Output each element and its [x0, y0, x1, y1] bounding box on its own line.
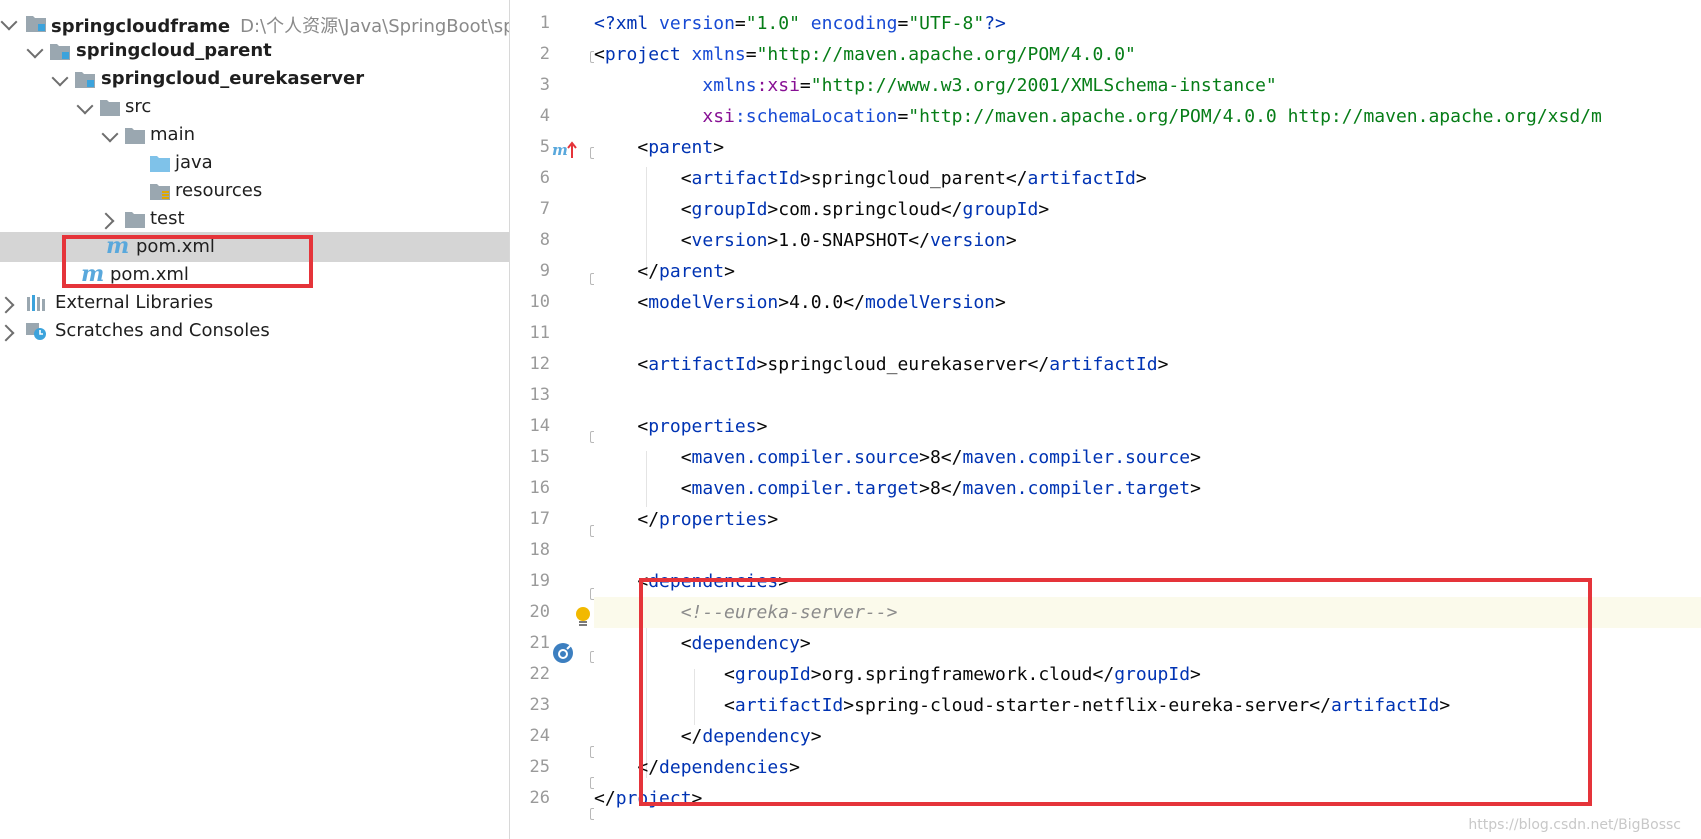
line-number: 3 [539, 75, 550, 95]
line-number: 22 [529, 664, 550, 684]
code-line-7: <groupId>com.springcloud</groupId> [680, 199, 1050, 220]
module-folder-icon [75, 72, 95, 88]
tree-item-label: test [150, 208, 185, 229]
line-number: 21 [529, 633, 550, 653]
chevron-down-icon[interactable] [51, 69, 69, 87]
code-line-10: <modelVersion>4.0.0</modelVersion> [637, 292, 1006, 313]
code-line-12: <artifactId>springcloud_eurekaserver</ar… [637, 354, 1169, 375]
line-number: 20 [529, 602, 550, 622]
line-number: 19 [529, 571, 550, 591]
line-number: 13 [529, 385, 550, 405]
tree-item-scratches[interactable]: Scratches and Consoles [0, 316, 509, 346]
tree-item-java[interactable]: java [0, 148, 509, 178]
code-line-2: <project xmlns="http://maven.apache.org/… [594, 44, 1136, 65]
library-icon [27, 295, 45, 311]
folder-icon [125, 212, 145, 228]
line-number: 6 [539, 168, 550, 188]
highlight-box-dependencies [639, 578, 1592, 806]
line-number: 1 [539, 13, 550, 33]
chevron-down-icon[interactable] [0, 13, 18, 31]
line-number: 8 [539, 230, 550, 250]
code-line-17: </properties> [637, 509, 779, 530]
tree-item-label: java [175, 152, 213, 173]
tree-item-main[interactable]: main [0, 120, 509, 150]
tree-item-external-libraries[interactable]: External Libraries [0, 288, 509, 318]
tree-item-label: Scratches and Consoles [55, 320, 270, 341]
highlight-box-pom [62, 235, 313, 288]
line-number: 17 [529, 509, 550, 529]
code-line-14: <properties> [637, 416, 768, 437]
module-folder-icon [50, 44, 70, 60]
editor-gutter: 1 2 3 4 5 6 7 8 9 10 11 12 13 14 15 16 17 18 19 20 21 22 23 24 2… [510, 0, 602, 839]
line-number: 2 [539, 44, 550, 64]
override-parent-icon[interactable]: m [552, 140, 578, 160]
module-folder-icon [26, 16, 46, 32]
line-number: 7 [539, 199, 550, 219]
tree-item-src[interactable]: src [0, 92, 509, 122]
code-line-8: <version>1.0-SNAPSHOT</version> [680, 230, 1017, 251]
code-line-5: <parent> [637, 137, 725, 158]
tree-item-springcloud-eurekaserver[interactable]: springcloud_eurekaserver [0, 64, 509, 94]
folder-icon [125, 128, 145, 144]
code-line-4: xsi:schemaLocation="http://maven.apache.… [702, 106, 1602, 127]
tree-root-label: springcloudframe D:\个人资源\Java\SpringBoot\… [51, 12, 510, 38]
line-number: 18 [529, 540, 550, 560]
code-line-3: xmlns:xsi="http://www.w3.org/2001/XMLSch… [702, 75, 1277, 96]
scratches-icon [26, 323, 46, 340]
code-line-6: <artifactId>springcloud_parent</artifact… [680, 168, 1147, 189]
code-line-15: <maven.compiler.source>8</maven.compiler… [680, 447, 1201, 468]
project-tree-panel: springcloudframe D:\个人资源\Java\SpringBoot\… [0, 0, 510, 839]
tree-root-path: D:\个人资源\Java\SpringBoot\spri [240, 16, 510, 37]
tree-item-label: main [150, 124, 195, 145]
line-number: 23 [529, 695, 550, 715]
chevron-down-icon[interactable] [101, 125, 119, 143]
tree-item-label: src [125, 96, 152, 117]
line-number: 26 [529, 788, 550, 808]
line-number: 12 [529, 354, 550, 374]
chevron-right-icon[interactable] [97, 212, 115, 230]
watermark: https://blog.csdn.net/BigBossc [1468, 817, 1681, 833]
code-line-9: </parent> [637, 261, 735, 282]
chevron-right-icon[interactable] [0, 296, 15, 314]
code-line-16: <maven.compiler.target>8</maven.compiler… [680, 478, 1201, 499]
svg-text:m: m [552, 141, 568, 159]
line-number: 24 [529, 726, 550, 746]
line-number: 11 [529, 323, 550, 343]
lightbulb-icon[interactable] [574, 606, 592, 630]
line-number: 5 [539, 137, 550, 157]
line-number: 16 [529, 478, 550, 498]
line-number: 4 [539, 106, 550, 126]
source-folder-icon [150, 156, 170, 172]
tree-item-resources[interactable]: resources [0, 176, 509, 206]
tree-item-label: External Libraries [55, 292, 214, 313]
tree-item-label: springcloud_eurekaserver [101, 68, 365, 89]
tree-item-label: resources [175, 180, 263, 201]
chevron-down-icon[interactable] [26, 41, 44, 59]
code-line-1: <?xml version="1.0" encoding="UTF-8"?> [594, 13, 1006, 34]
chevron-right-icon[interactable] [0, 324, 15, 342]
dependency-icon[interactable] [552, 641, 576, 665]
tree-root[interactable]: springcloudframe D:\个人资源\Java\SpringBoot\… [0, 8, 509, 38]
line-number: 14 [529, 416, 550, 436]
line-number: 9 [539, 261, 550, 281]
line-number: 10 [529, 292, 550, 312]
line-number: 15 [529, 447, 550, 467]
tree-item-label: springcloud_parent [76, 40, 272, 61]
resources-folder-icon [150, 184, 170, 200]
line-number: 25 [529, 757, 550, 777]
folder-icon [100, 100, 120, 116]
tree-item-test[interactable]: test [0, 204, 509, 234]
tree-item-springcloud-parent[interactable]: springcloud_parent [0, 36, 509, 66]
chevron-down-icon[interactable] [76, 97, 94, 115]
